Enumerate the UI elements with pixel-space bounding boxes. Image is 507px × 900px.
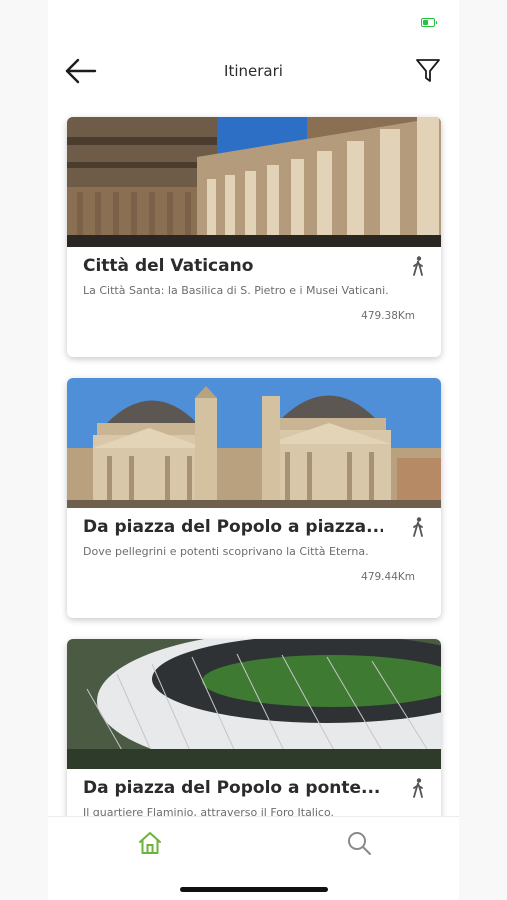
tab-home[interactable]	[136, 829, 164, 857]
itinerary-card[interactable]: Città del Vaticano La Città Santa: la Ba…	[67, 117, 441, 357]
left-margin	[0, 0, 48, 900]
battery-icon	[421, 18, 437, 27]
itinerary-distance: 479.44Km	[361, 571, 415, 583]
app-header: Itinerari	[48, 52, 459, 92]
walking-person-icon	[413, 778, 423, 798]
status-bar	[48, 0, 459, 44]
itinerary-photo-vatican	[67, 117, 441, 247]
home-indicator	[180, 887, 328, 892]
walking-person-icon	[413, 517, 423, 537]
tab-bar	[48, 816, 459, 900]
filter-button[interactable]	[415, 57, 441, 85]
walking-person-icon	[413, 256, 423, 276]
app-screen: Itinerari Città del Vaticano La Città Sa…	[48, 0, 459, 900]
itinerary-description: Dove pellegrini e potenti scoprivano la …	[83, 545, 369, 558]
home-icon	[139, 832, 161, 854]
itinerary-title: Città del Vaticano	[83, 256, 254, 276]
itinerary-title: Da piazza del Popolo a ponte...	[83, 778, 381, 798]
tab-search[interactable]	[345, 829, 373, 857]
itinerary-distance: 479.38Km	[361, 310, 415, 322]
itinerary-title: Da piazza del Popolo a piazza...	[83, 517, 383, 537]
right-margin	[459, 0, 507, 900]
page-title: Itinerari	[224, 62, 283, 80]
itinerary-photo-stadium	[67, 639, 441, 769]
itinerary-card[interactable]: Da piazza del Popolo a piazza... Dove pe…	[67, 378, 441, 618]
itinerary-description: La Città Santa: la Basilica di S. Pietro…	[83, 284, 389, 297]
search-icon	[348, 832, 371, 855]
itinerary-photo-popolo	[67, 378, 441, 508]
filter-icon	[416, 59, 440, 82]
